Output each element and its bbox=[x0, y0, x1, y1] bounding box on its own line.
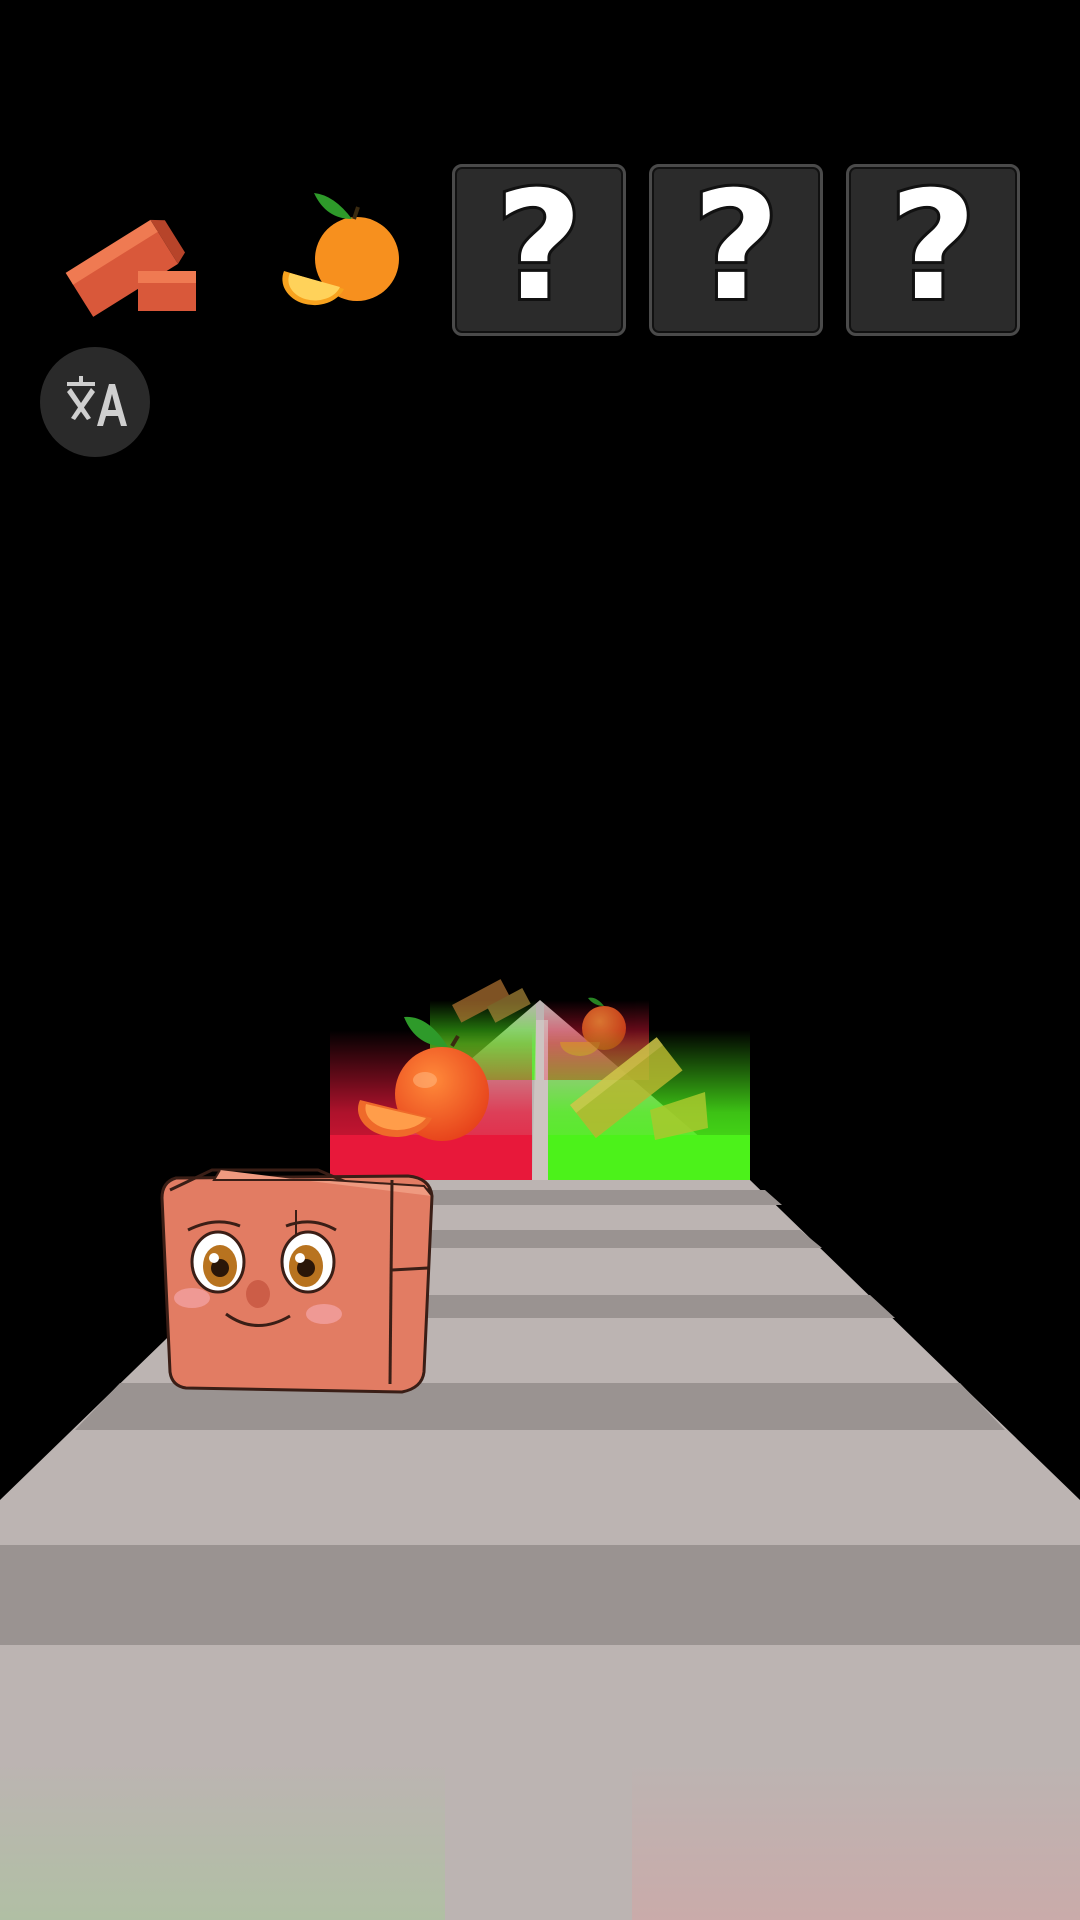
collection-slot-hidden: ? bbox=[846, 164, 1020, 336]
translate-button[interactable] bbox=[40, 347, 150, 457]
player-brick-character bbox=[160, 1168, 434, 1394]
collection-slot-brick bbox=[52, 163, 228, 337]
collection-slot-orange bbox=[254, 163, 430, 337]
question-mark: ? bbox=[689, 160, 782, 334]
question-mark: ? bbox=[886, 160, 979, 334]
orange-icon bbox=[282, 193, 399, 306]
translate-icon bbox=[67, 376, 127, 426]
collection-slot-hidden: ? bbox=[452, 164, 626, 336]
brick-icon bbox=[65, 219, 196, 317]
collection-slot-hidden: ? bbox=[649, 164, 823, 336]
question-mark: ? bbox=[492, 160, 585, 334]
